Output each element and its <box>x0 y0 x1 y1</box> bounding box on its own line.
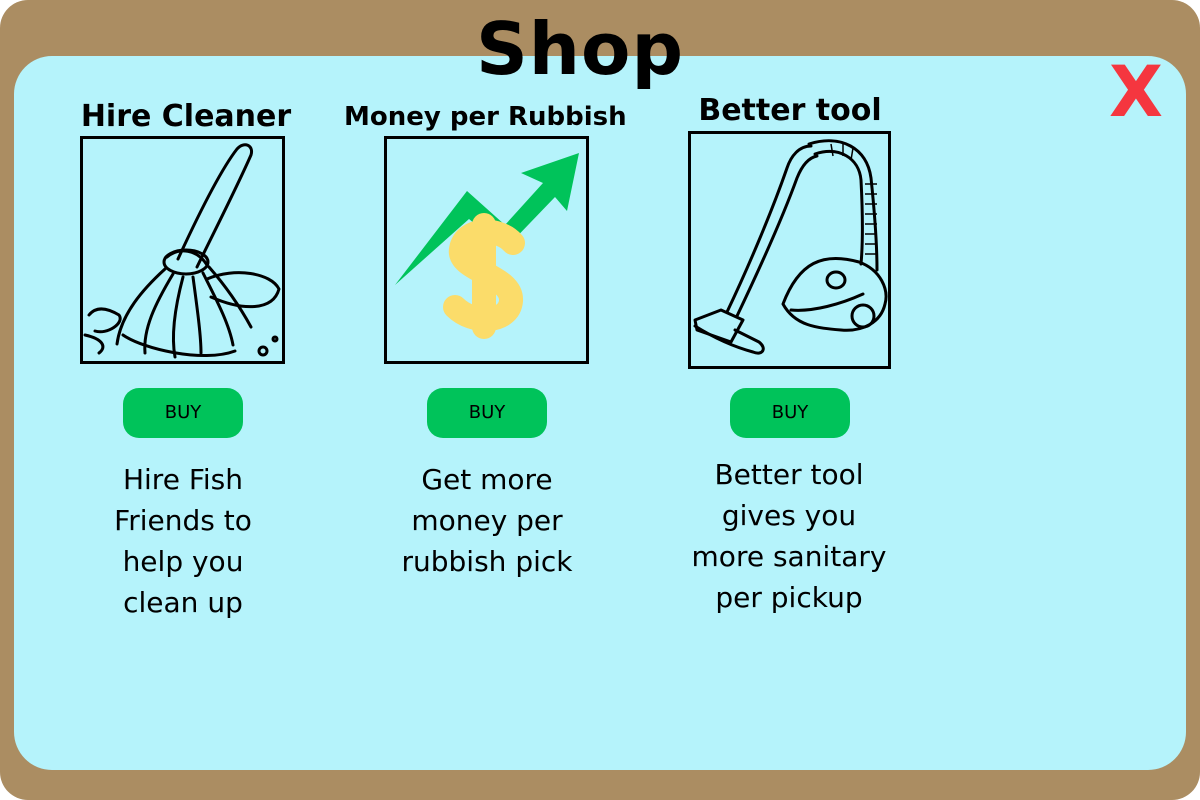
item-image-hire-cleaner <box>80 136 285 364</box>
mop-icon <box>83 143 281 359</box>
item-title-hire-cleaner: Hire Cleaner <box>80 99 292 134</box>
buy-button-money-per-rubbish[interactable]: BUY <box>427 388 547 438</box>
description-line: rubbish pick <box>401 545 573 578</box>
description-line: clean up <box>123 586 243 619</box>
shop-title: Shop <box>475 7 685 91</box>
close-button[interactable]: X <box>1106 56 1166 128</box>
description-line: Hire Fish <box>122 463 244 496</box>
item-image-better-tool <box>688 131 891 369</box>
item-title-better-tool: Better tool <box>698 93 882 128</box>
shop-frame: Shop X Hire Cleaner BUY Hire Fish Friend… <box>0 0 1200 800</box>
description-line: money per <box>411 504 563 537</box>
vacuum-cleaner-icon <box>693 139 888 355</box>
item-description-money-per-rubbish: Get more money per rubbish pick <box>367 459 607 582</box>
item-description-hire-cleaner: Hire Fish Friends to help you clean up <box>63 459 303 623</box>
description-line: help you <box>122 545 244 578</box>
description-line: Friends to <box>114 504 252 537</box>
description-line: gives you <box>721 499 857 532</box>
buy-button-hire-cleaner[interactable]: BUY <box>123 388 243 438</box>
item-description-better-tool: Better tool gives you more sanitary per … <box>669 454 909 618</box>
item-title-money-per-rubbish: Money per Rubbish <box>344 102 627 132</box>
description-line: Get more <box>421 463 553 496</box>
buy-button-better-tool[interactable]: BUY <box>730 388 850 438</box>
description-line: per pickup <box>715 581 863 614</box>
description-line: more sanitary <box>691 540 887 573</box>
money-growth-icon <box>395 153 579 339</box>
description-line: Better tool <box>714 458 864 491</box>
item-image-money-per-rubbish <box>384 136 589 364</box>
